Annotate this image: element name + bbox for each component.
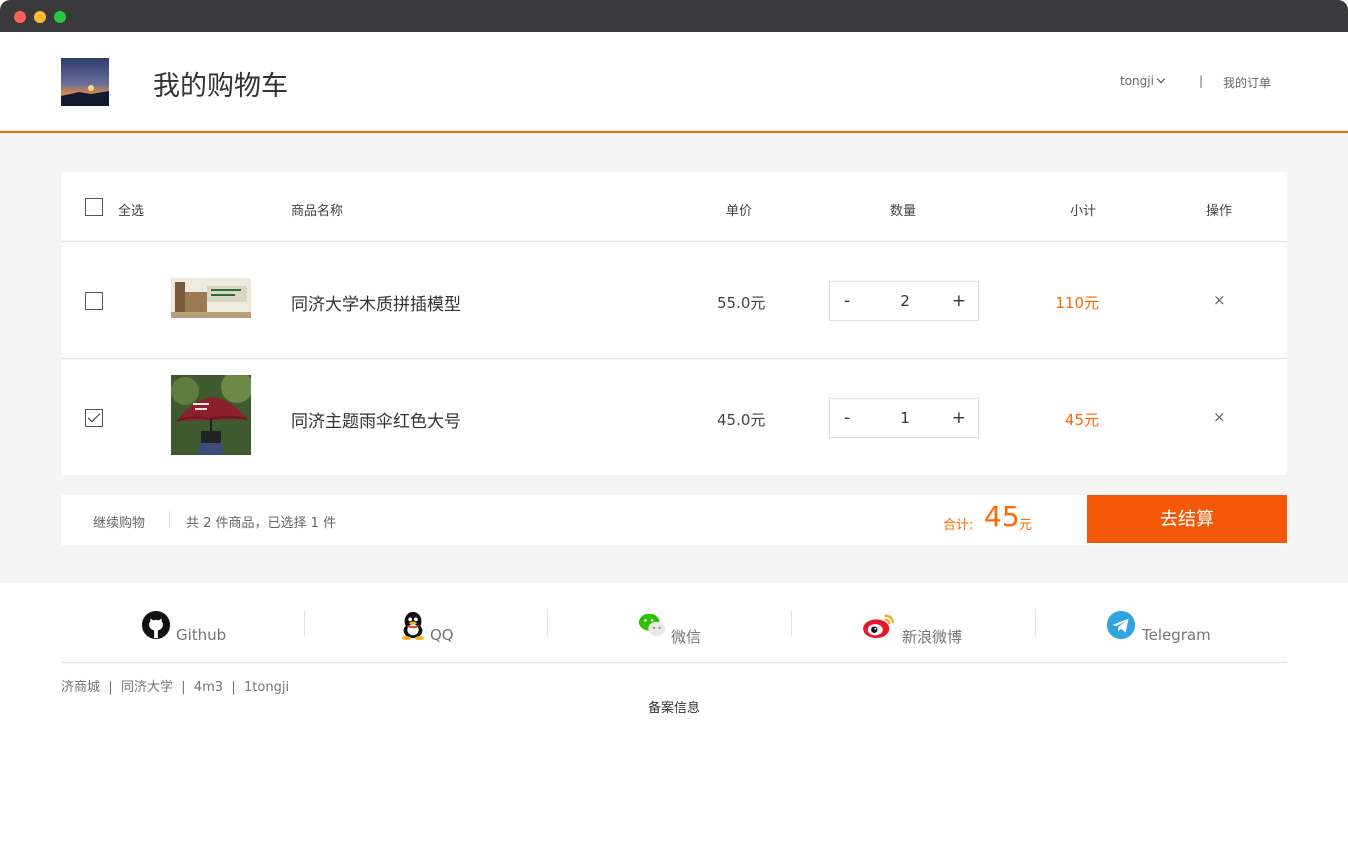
remove-item-button[interactable]: × [1213, 408, 1226, 426]
username-label: tongji [1120, 74, 1154, 88]
cart-item-row: 同济大学木质拼插模型 55.0元 2 - + 110元 × [61, 243, 1287, 359]
footer-link[interactable]: 济商城 [61, 680, 100, 695]
item-checkbox[interactable] [85, 409, 103, 427]
site-header: 我的购物车 tongji | 我的订单 [0, 32, 1348, 133]
close-window-button[interactable] [14, 11, 26, 23]
product-name[interactable]: 同济大学木质拼插模型 [291, 290, 461, 315]
footer-link-separator: | [108, 680, 113, 695]
header-separator: | [1199, 74, 1204, 88]
wechat-icon [638, 613, 666, 636]
social-label: 新浪微博 [902, 628, 963, 646]
page-title: 我的购物车 [153, 71, 288, 102]
minimize-window-button[interactable] [34, 11, 46, 23]
telegram-icon [1106, 610, 1136, 640]
column-header-subtotal: 小计 [1070, 204, 1097, 219]
window-titlebar [0, 0, 1348, 32]
footer-link[interactable]: 1tongji [244, 680, 289, 695]
select-all-checkbox[interactable] [85, 198, 103, 216]
column-header-name: 商品名称 [291, 204, 344, 219]
cart-item-row: 同济主题雨伞红色大号 45.0元 1 - + 45元 × [61, 360, 1287, 476]
weibo-icon [863, 614, 895, 639]
beian-info-link[interactable]: 备案信息 [0, 697, 1348, 716]
summary-divider [169, 511, 170, 528]
product-price: 55.0元 [717, 294, 766, 312]
chevron-down-icon [1156, 74, 1166, 84]
decrease-quantity-button[interactable]: - [844, 291, 850, 311]
total-unit: 元 [1019, 518, 1033, 533]
footer-divider [1035, 610, 1036, 636]
user-dropdown[interactable]: tongji [1120, 74, 1166, 88]
quantity-stepper: 2 - + [829, 281, 979, 321]
product-image-umbrella[interactable] [171, 375, 251, 455]
column-header-action: 操作 [1206, 204, 1233, 219]
footer-link-separator: | [231, 680, 236, 695]
remove-item-button[interactable]: × [1213, 291, 1226, 309]
footer-divider [304, 610, 305, 636]
social-label: 微信 [671, 628, 702, 646]
increase-quantity-button[interactable]: + [952, 408, 966, 428]
footer-link-separator: | [181, 680, 186, 695]
product-price: 45.0元 [717, 411, 766, 429]
footer-divider [791, 610, 792, 636]
checkout-button[interactable]: 去结算 [1087, 495, 1287, 543]
column-header-quantity: 数量 [890, 204, 917, 219]
site-logo[interactable] [61, 58, 109, 106]
item-subtotal: 45元 [1064, 411, 1099, 429]
github-icon [141, 610, 171, 640]
continue-shopping-link[interactable]: 继续购物 [93, 512, 145, 531]
footer-link[interactable]: 4m3 [194, 680, 223, 695]
social-label: Telegram [1142, 626, 1211, 644]
social-label: Github [176, 626, 227, 644]
maximize-window-button[interactable] [54, 11, 66, 23]
item-checkbox[interactable] [85, 292, 103, 310]
decrease-quantity-button[interactable]: - [844, 408, 850, 428]
my-orders-link[interactable]: 我的订单 [1223, 74, 1271, 91]
cart-table: 全选 商品名称 单价 数量 小计 操作 同济大学木质拼插模型 55.0元 2 -… [61, 172, 1287, 475]
social-label: QQ [430, 626, 454, 644]
footer-social-links: Github QQ 微信 新浪微博 Telegram [61, 608, 1287, 663]
total-amount: 45 [984, 500, 1020, 533]
quantity-stepper: 1 - + [829, 398, 979, 438]
qq-icon [401, 611, 425, 640]
product-image-wooden-model[interactable] [171, 278, 251, 318]
total-label: 合计: [943, 518, 974, 533]
select-all-label[interactable]: 全选 [118, 200, 144, 219]
increase-quantity-button[interactable]: + [952, 291, 966, 311]
cart-summary-bar: 继续购物 共 2 件商品，已选择 1 件 合计: 45 元 去结算 [61, 495, 1287, 545]
item-subtotal: 110元 [1055, 294, 1099, 312]
product-name[interactable]: 同济主题雨伞红色大号 [291, 407, 461, 432]
footer-links: 济商城 | 同济大学 | 4m3 | 1tongji [61, 676, 289, 695]
cart-table-header: 全选 商品名称 单价 数量 小计 操作 [61, 172, 1287, 242]
column-header-price: 单价 [726, 204, 753, 219]
item-count-text: 共 2 件商品，已选择 1 件 [186, 516, 337, 531]
cart-page-main: 全选 商品名称 单价 数量 小计 操作 同济大学木质拼插模型 55.0元 2 -… [0, 134, 1348, 583]
footer-link[interactable]: 同济大学 [121, 680, 173, 695]
footer-divider [547, 610, 548, 636]
